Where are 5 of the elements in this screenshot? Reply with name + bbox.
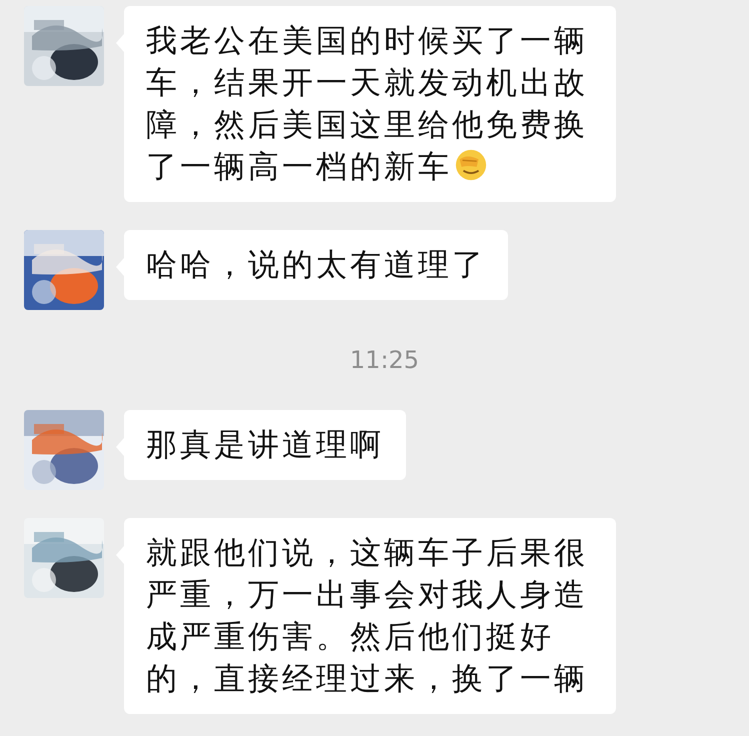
timestamp: 11:25	[350, 346, 420, 374]
message-text: 哈哈，说的太有道理了	[146, 246, 486, 285]
message-text: 我老公在美国的时候买了一辆车，结果开一天就发动机出故障，然后美国这里给他免费换了一辆高一档的新车	[146, 22, 589, 187]
message-text: 那真是讲道理啊	[146, 426, 384, 465]
message-text: 就跟他们说，这辆车子后果很严重，万一出事会对我人身造成严重伤害。然后他们挺好的，直接经理过来，换了一辆	[146, 534, 589, 699]
